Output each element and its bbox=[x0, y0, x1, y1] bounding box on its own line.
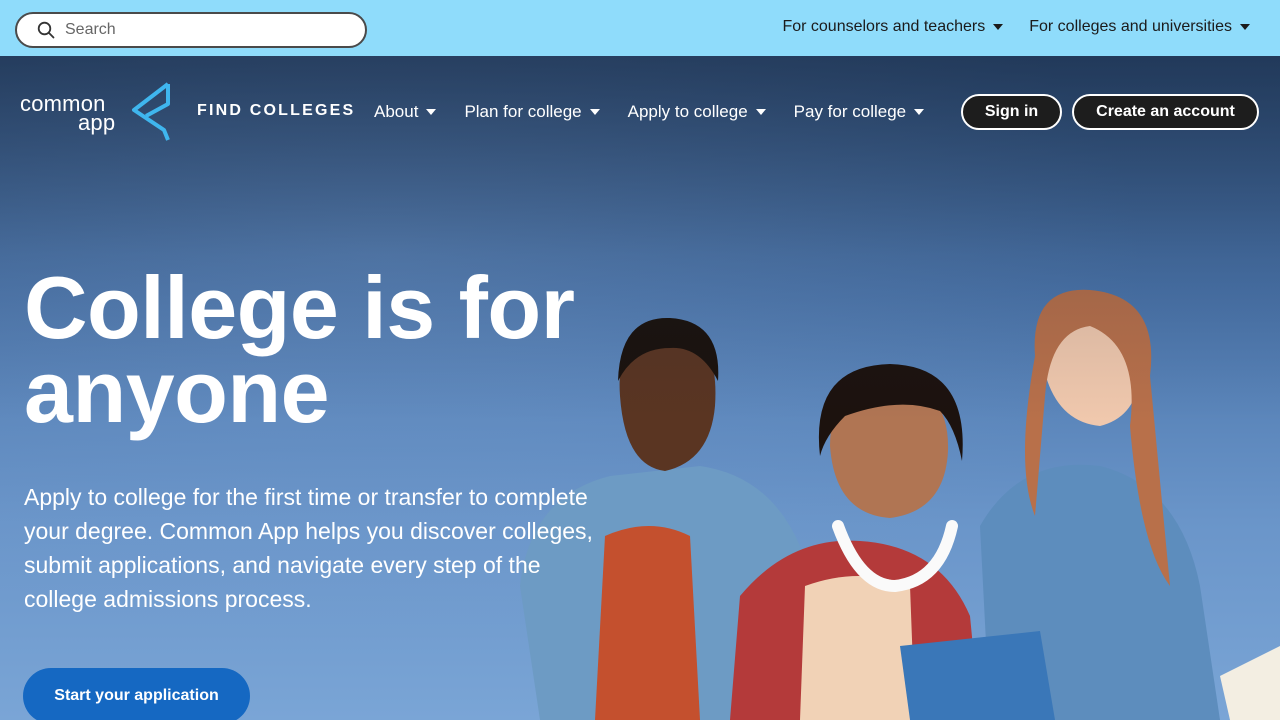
counselors-teachers-menu[interactable]: For counselors and teachers bbox=[782, 18, 1004, 36]
nav-item-label: Plan for college bbox=[464, 102, 582, 121]
caret-down-icon bbox=[993, 24, 1004, 30]
hero-subtext: Apply to college for the first time or t… bbox=[24, 484, 593, 612]
nav-item-apply[interactable]: Apply to college bbox=[628, 102, 766, 122]
start-application-button[interactable]: Start your application bbox=[23, 668, 250, 720]
search-icon bbox=[37, 21, 55, 39]
caret-down-icon bbox=[426, 109, 437, 115]
caret-down-icon bbox=[1240, 24, 1250, 30]
find-colleges-link[interactable]: FIND COLLEGES bbox=[197, 102, 355, 120]
nav-item-pay[interactable]: Pay for college bbox=[793, 102, 925, 122]
counselors-teachers-label: For counselors and teachers bbox=[782, 18, 986, 35]
colleges-universities-menu[interactable]: For colleges and universities bbox=[1029, 18, 1250, 36]
nav-item-label: About bbox=[374, 102, 419, 121]
hero-headline-line2: anyone bbox=[24, 342, 330, 441]
utility-bar: For counselors and teachers For colleges… bbox=[0, 0, 1280, 56]
caret-down-icon bbox=[914, 109, 925, 115]
utility-links: For counselors and teachers For colleges… bbox=[782, 18, 1250, 36]
main-nav: common app FIND COLLEGES About Plan for … bbox=[0, 56, 1280, 168]
caret-down-icon bbox=[589, 109, 600, 115]
search-box[interactable] bbox=[15, 12, 367, 48]
common-app-logo[interactable]: common app bbox=[20, 82, 176, 144]
logo-mark-icon bbox=[132, 82, 170, 141]
create-account-button[interactable]: Create an account bbox=[1072, 94, 1259, 130]
caret-down-icon bbox=[755, 109, 766, 115]
hero-headline: College is for anyone bbox=[24, 264, 624, 436]
nav-item-plan[interactable]: Plan for college bbox=[464, 102, 600, 122]
nav-item-label: Apply to college bbox=[627, 102, 748, 121]
search-input[interactable] bbox=[65, 21, 335, 39]
colleges-universities-label: For colleges and universities bbox=[1029, 18, 1232, 35]
sign-in-button[interactable]: Sign in bbox=[961, 94, 1062, 130]
nav-item-about[interactable]: About bbox=[374, 102, 437, 122]
nav-item-label: Pay for college bbox=[793, 102, 907, 121]
nav-menu: About Plan for college Apply to college … bbox=[374, 102, 952, 122]
